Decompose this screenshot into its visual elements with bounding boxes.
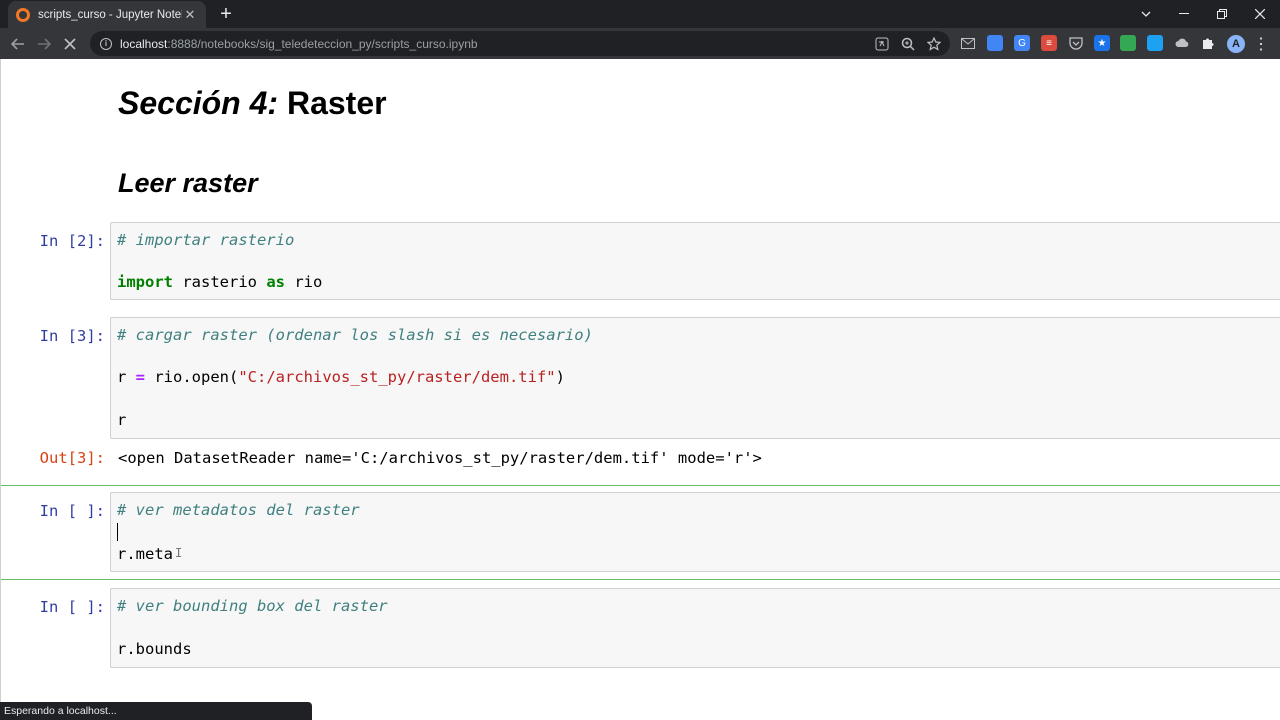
address-bar[interactable]: i localhost:8888/notebooks/sig_teledetec… — [90, 31, 950, 56]
output-prompt: Out[3]: — [39, 449, 105, 467]
close-window-button[interactable] — [1241, 0, 1279, 28]
code-line: r = rio.open("C:/archivos_st_py/raster/d… — [117, 368, 565, 386]
code-cell-input[interactable]: # ver bounding box del raster r.bounds — [110, 588, 1280, 668]
url-text[interactable]: localhost:8888/notebooks/sig_teledetecci… — [120, 37, 478, 51]
cell-output: <open DatasetReader name='C:/archivos_st… — [118, 449, 762, 467]
browser-menu-icon[interactable]: ⋮ — [1253, 33, 1269, 55]
back-button[interactable] — [6, 32, 30, 56]
todoist-extension-icon[interactable]: ≡ — [1041, 35, 1057, 51]
new-tab-button[interactable]: + — [216, 4, 236, 24]
minimize-button[interactable] — [1165, 0, 1203, 28]
cell-prompt: In [ ]: — [39, 598, 105, 616]
code-comment: # ver metadatos del raster — [117, 501, 360, 519]
code-cell-input[interactable]: # importar rasterio import rasterio as r… — [110, 222, 1280, 300]
profile-avatar-icon[interactable]: A — [1227, 35, 1245, 53]
cell-prompt: In [3]: — [39, 327, 105, 345]
loading-status-bar: Esperando a localhost... — [0, 702, 312, 720]
cloud-extension-icon[interactable] — [1174, 35, 1190, 51]
code-line: r.bounds — [117, 640, 192, 658]
text-cursor — [117, 523, 118, 541]
code-line: import rasterio as rio — [117, 273, 323, 291]
bookmark-star-icon[interactable] — [926, 36, 942, 52]
colorful-extension-icon[interactable] — [1120, 35, 1136, 51]
jupyter-favicon-icon — [16, 7, 30, 22]
bookmark-extension-icon[interactable]: ★ — [1094, 35, 1110, 51]
browser-tab[interactable]: scripts_curso - Jupyter Notebook ✕ — [8, 1, 206, 28]
zoom-icon[interactable] — [900, 36, 916, 52]
forward-button[interactable] — [32, 32, 56, 56]
mail-extension-icon[interactable] — [960, 35, 976, 51]
window-extension-icon[interactable] — [1147, 35, 1163, 51]
section-heading: Sección 4: Raster — [118, 85, 387, 121]
code-comment: # cargar raster (ordenar los slash si es… — [117, 326, 593, 344]
code-comment: # ver bounding box del raster — [117, 597, 388, 615]
title-bar: scripts_curso - Jupyter Notebook ✕ + — [0, 0, 1280, 28]
ibeam-cursor-icon: I — [175, 546, 183, 560]
code-comment: # importar rasterio — [117, 231, 295, 249]
subsection-heading: Leer raster — [118, 168, 258, 198]
stop-loading-button[interactable] — [58, 32, 82, 56]
google-translate-extension-icon[interactable]: G — [1014, 35, 1030, 51]
tab-search-icon[interactable] — [1127, 0, 1165, 28]
code-line: r — [117, 411, 127, 429]
restore-button[interactable] — [1203, 0, 1241, 28]
pocket-extension-icon[interactable] — [1068, 35, 1084, 51]
code-cell-input[interactable]: # cargar raster (ordenar los slash si es… — [110, 317, 1280, 439]
browser-toolbar: i localhost:8888/notebooks/sig_teledetec… — [0, 28, 1280, 59]
cell-prompt: In [ ]: — [39, 502, 105, 520]
tab-title: scripts_curso - Jupyter Notebook — [38, 8, 182, 21]
code-line: r.meta — [117, 545, 173, 563]
translate-icon[interactable] — [874, 36, 890, 52]
notebook-area: Sección 4: Raster Leer raster In [2]: # … — [0, 59, 1280, 720]
extensions-puzzle-icon[interactable] — [1200, 35, 1216, 51]
cell-prompt: In [2]: — [39, 232, 105, 250]
site-info-icon[interactable]: i — [100, 37, 112, 50]
tab-close-icon[interactable]: ✕ — [182, 7, 198, 23]
code-cell-input[interactable]: # ver metadatos del raster r.meta I — [110, 492, 1280, 572]
calendar-extension-icon[interactable] — [987, 35, 1003, 51]
